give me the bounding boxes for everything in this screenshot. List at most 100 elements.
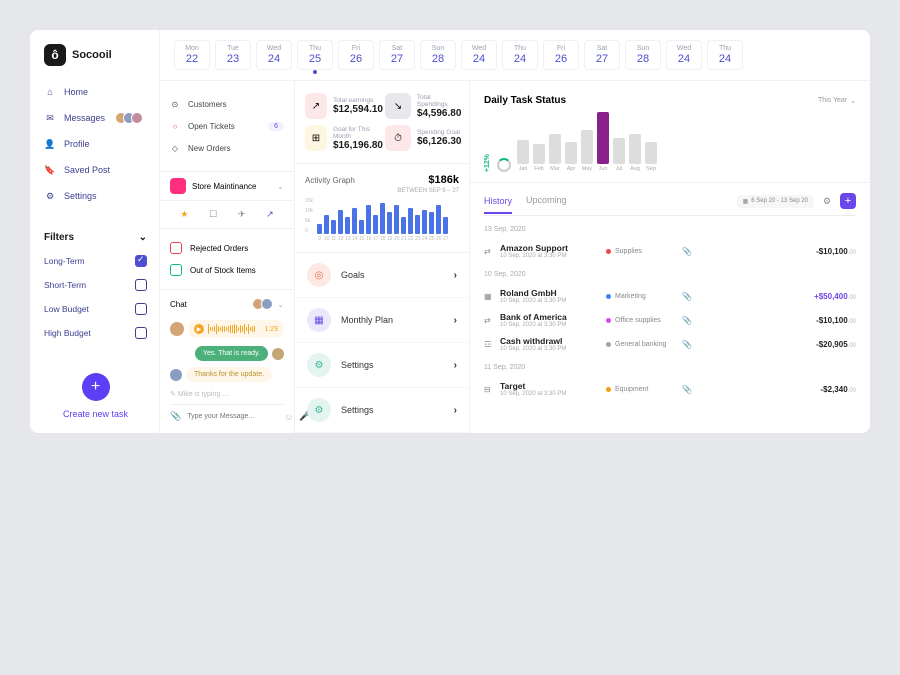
history-row[interactable]: ⊟Target10 Sep, 2020 at 3:30 PMEquipment📎… (484, 377, 856, 401)
date-cell[interactable]: Wed24 (461, 40, 497, 70)
chat-input-bar: 📎 ☺ 🎤 (170, 404, 284, 422)
date-day: Mon (175, 45, 209, 52)
list-customers[interactable]: ⊙Customers (170, 93, 284, 115)
activity-subtitle: BETWEEN SEP 9 – 27 (305, 188, 459, 194)
attachment-icon[interactable]: 📎 (682, 292, 692, 301)
transaction-time: 10 Sep, 2020 at 3:30 PM (500, 322, 600, 328)
chevron-right-icon: › (454, 315, 457, 326)
date-cell[interactable]: Fri26 (338, 40, 374, 70)
date-cell[interactable]: Sat27 (379, 40, 415, 70)
chart-label: Jan (519, 166, 528, 172)
chart-bar (645, 142, 657, 164)
chart-bar (401, 217, 406, 234)
send-icon[interactable]: ✈ (238, 209, 246, 220)
history-row[interactable]: ⇄Amazon Support10 Sep, 2020 at 3:30 PMSu… (484, 239, 856, 263)
checkbox[interactable] (135, 327, 147, 339)
transaction-name: Bank of America (500, 312, 600, 322)
date-day: Wed (667, 45, 701, 52)
attach-icon[interactable]: 📎 (170, 411, 181, 422)
menu-label: Goals (341, 270, 444, 280)
box-icon[interactable]: ☐ (209, 209, 217, 220)
menu-item[interactable]: ⚙Settings› (295, 343, 469, 388)
history-date: 10 Sep, 2020 (484, 271, 856, 278)
date-cell[interactable]: Wed24 (666, 40, 702, 70)
tab-history[interactable]: History (484, 196, 512, 214)
attachment-icon[interactable]: 📎 (682, 340, 692, 349)
nav-settings-label: Settings (64, 191, 97, 201)
date-cell[interactable]: Thu25 (297, 40, 333, 70)
transaction-icon: ⊟ (484, 385, 494, 394)
voice-message[interactable]: ▶ 1:29 (170, 320, 284, 338)
date-cell[interactable]: Thu24 (502, 40, 538, 70)
menu-icon: ⚙ (307, 353, 331, 377)
rejected-orders[interactable]: Rejected Orders (170, 237, 284, 259)
filter-item[interactable]: Low Budget (44, 303, 147, 315)
checkbox[interactable] (135, 303, 147, 315)
menu-item[interactable]: ◎Goals› (295, 253, 469, 298)
store-maintenance[interactable]: Store Maintinance⌄ (160, 172, 294, 201)
emoji-icon[interactable]: ☺ (284, 412, 293, 422)
stat-label: Goal for This Month (333, 126, 383, 140)
transaction-time: 10 Sep, 2020 at 3:30 PM (500, 298, 600, 304)
create-task-button[interactable]: + (82, 373, 110, 401)
menu-item[interactable]: ⚙Settings› (295, 388, 469, 433)
date-cell[interactable]: Sat27 (584, 40, 620, 70)
transaction-time: 10 Sep, 2020 at 3:30 PM (500, 391, 600, 397)
date-number: 27 (380, 53, 414, 65)
menu-item[interactable]: ▦Monthly Plan› (295, 298, 469, 343)
profile-icon: 👤 (44, 138, 56, 150)
out-of-stock[interactable]: Out of Stock Items (170, 259, 284, 281)
chart-bar (338, 210, 343, 234)
tab-upcoming[interactable]: Upcoming (526, 195, 567, 208)
transaction-name: Target (500, 381, 600, 391)
chat-input[interactable] (187, 413, 278, 420)
home-icon: ⌂ (44, 86, 56, 98)
nav-profile[interactable]: 👤Profile (44, 138, 159, 150)
attachment-icon[interactable]: 📎 (682, 385, 692, 394)
filter-item[interactable]: Short-Term (44, 279, 147, 291)
history-row[interactable]: ⇄Bank of America10 Sep, 2020 at 3:30 PMO… (484, 308, 856, 332)
orders-icon: ◇ (170, 143, 180, 153)
chart-label: Mar (550, 166, 559, 172)
add-button[interactable]: + (840, 193, 856, 209)
nav-saved[interactable]: 🔖Saved Post (44, 164, 159, 176)
date-number: 22 (175, 53, 209, 65)
date-cell[interactable]: Wed24 (256, 40, 292, 70)
settings-icon[interactable]: ⚙ (820, 194, 834, 208)
star-icon[interactable]: ★ (180, 209, 188, 220)
attachment-icon[interactable]: 📎 (682, 247, 692, 256)
attachment-icon[interactable]: 📎 (682, 316, 692, 325)
logo-icon: ô (44, 44, 66, 66)
transaction-icon: ⇄ (484, 316, 494, 325)
chat-avatars[interactable] (255, 298, 273, 310)
date-number: 24 (462, 53, 496, 65)
nav-messages[interactable]: ✉Messages (44, 112, 159, 124)
nav-settings[interactable]: ⚙Settings (44, 190, 159, 202)
date-cell[interactable]: Sun28 (420, 40, 456, 70)
date-cell[interactable]: Thu24 (707, 40, 743, 70)
history-row[interactable]: ☲Cash withdrawl10 Sep, 2020 at 3:30 PMGe… (484, 332, 856, 356)
play-icon[interactable]: ▶ (194, 324, 204, 334)
filters-header[interactable]: Filters⌄ (44, 232, 147, 243)
dts-year-select[interactable]: This Year⌄ (818, 97, 856, 105)
chevron-down-icon[interactable]: ⌄ (277, 300, 284, 309)
list-tickets[interactable]: ○Open Tickets6 (170, 115, 284, 137)
checkbox[interactable] (135, 255, 147, 267)
date-cell[interactable]: Mon22 (174, 40, 210, 70)
checkbox[interactable] (135, 279, 147, 291)
history-row[interactable]: ▦Roland GmbH10 Sep, 2020 at 3:30 PMMarke… (484, 284, 856, 308)
list-orders[interactable]: ◇New Orders (170, 137, 284, 159)
date-cell[interactable]: Sun28 (625, 40, 661, 70)
date-cell[interactable]: Fri26 (543, 40, 579, 70)
date-number: 28 (626, 53, 660, 65)
date-cell[interactable]: Tue23 (215, 40, 251, 70)
date-range-picker[interactable]: ▦6 Sep 20 - 13 Sep 20 (737, 195, 814, 208)
date-day: Sun (421, 45, 455, 52)
filter-item[interactable]: Long-Term (44, 255, 147, 267)
date-bar[interactable]: Mon22Tue23Wed24Thu25Fri26Sat27Sun28Wed24… (160, 30, 870, 81)
nav-home[interactable]: ⌂Home (44, 86, 159, 98)
stat-icon: ⏱ (385, 125, 411, 151)
share-icon[interactable]: ↗ (266, 209, 274, 220)
filter-item[interactable]: High Budget (44, 327, 147, 339)
transaction-icon: ▦ (484, 292, 494, 301)
